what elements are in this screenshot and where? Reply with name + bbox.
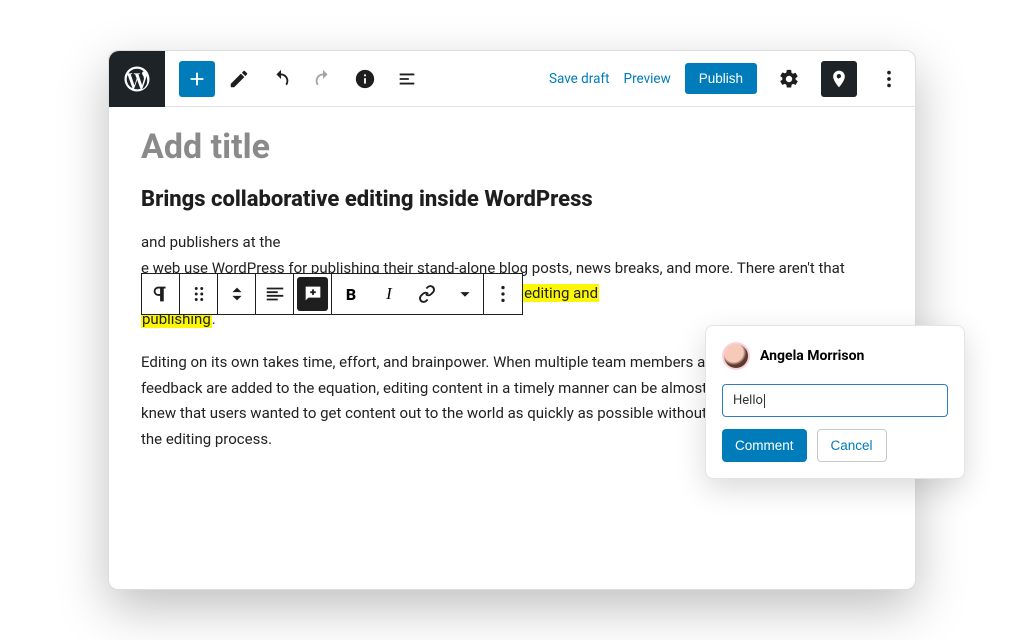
preview-link[interactable]: Preview xyxy=(624,71,671,87)
edit-mode-button[interactable] xyxy=(221,61,257,97)
kebab-icon xyxy=(878,68,900,90)
bold-button[interactable]: B xyxy=(332,274,370,314)
block-more-button[interactable] xyxy=(484,274,522,314)
comment-author-name: Angela Morrison xyxy=(760,348,864,364)
more-rich-text-button[interactable] xyxy=(446,274,484,314)
location-icon xyxy=(829,69,849,89)
top-toolbar-left xyxy=(165,61,425,97)
avatar xyxy=(722,342,750,370)
link-button[interactable] xyxy=(408,274,446,314)
chevrons-vertical-icon xyxy=(226,283,248,305)
drag-handle[interactable] xyxy=(180,274,218,314)
add-block-button[interactable] xyxy=(179,61,215,97)
top-toolbar-right: Save draft Preview Publish xyxy=(549,61,907,97)
info-icon xyxy=(354,68,376,90)
post-heading[interactable]: Brings collaborative editing inside Word… xyxy=(141,187,883,212)
link-icon xyxy=(416,283,438,305)
redo-button[interactable] xyxy=(305,61,341,97)
comment-cancel-button[interactable]: Cancel xyxy=(817,429,887,462)
paragraph-type-button[interactable] xyxy=(142,274,180,314)
comment-submit-button[interactable]: Comment xyxy=(722,429,807,462)
chevron-down-icon xyxy=(454,283,476,305)
align-left-icon xyxy=(264,283,286,305)
text-caret xyxy=(764,394,765,408)
wordpress-logo[interactable] xyxy=(109,51,165,107)
comment-author: Angela Morrison xyxy=(722,342,948,370)
pencil-icon xyxy=(228,68,250,90)
editor-window: Save draft Preview Publish Add title Bri… xyxy=(108,50,916,590)
comments-panel-button[interactable] xyxy=(821,61,857,97)
more-menu-button[interactable] xyxy=(871,61,907,97)
info-button[interactable] xyxy=(347,61,383,97)
move-buttons[interactable] xyxy=(218,274,256,314)
italic-button[interactable]: I xyxy=(370,274,408,314)
undo-icon xyxy=(270,68,292,90)
comment-plus-icon xyxy=(302,283,324,305)
settings-button[interactable] xyxy=(771,61,807,97)
comment-input-text: Hello xyxy=(733,393,763,408)
pilcrow-icon xyxy=(150,283,172,305)
comment-popover: Angela Morrison Hello Comment Cancel xyxy=(705,325,965,479)
redo-icon xyxy=(312,68,334,90)
top-toolbar: Save draft Preview Publish xyxy=(109,51,915,107)
plus-icon xyxy=(186,68,208,90)
add-comment-button[interactable] xyxy=(294,274,332,314)
list-icon xyxy=(396,68,418,90)
publish-button[interactable]: Publish xyxy=(685,63,757,94)
drag-icon xyxy=(188,283,210,305)
para1-fragment: and publishers at the xyxy=(141,233,280,251)
post-title-input[interactable]: Add title xyxy=(141,127,883,167)
block-toolbar: B I xyxy=(141,273,523,315)
kebab-icon xyxy=(492,283,514,305)
save-draft-link[interactable]: Save draft xyxy=(549,71,610,87)
comment-input[interactable]: Hello xyxy=(722,384,948,417)
undo-button[interactable] xyxy=(263,61,299,97)
gear-icon xyxy=(778,68,800,90)
align-button[interactable] xyxy=(256,274,294,314)
outline-button[interactable] xyxy=(389,61,425,97)
comment-actions: Comment Cancel xyxy=(722,429,948,462)
wordpress-icon xyxy=(122,64,152,94)
